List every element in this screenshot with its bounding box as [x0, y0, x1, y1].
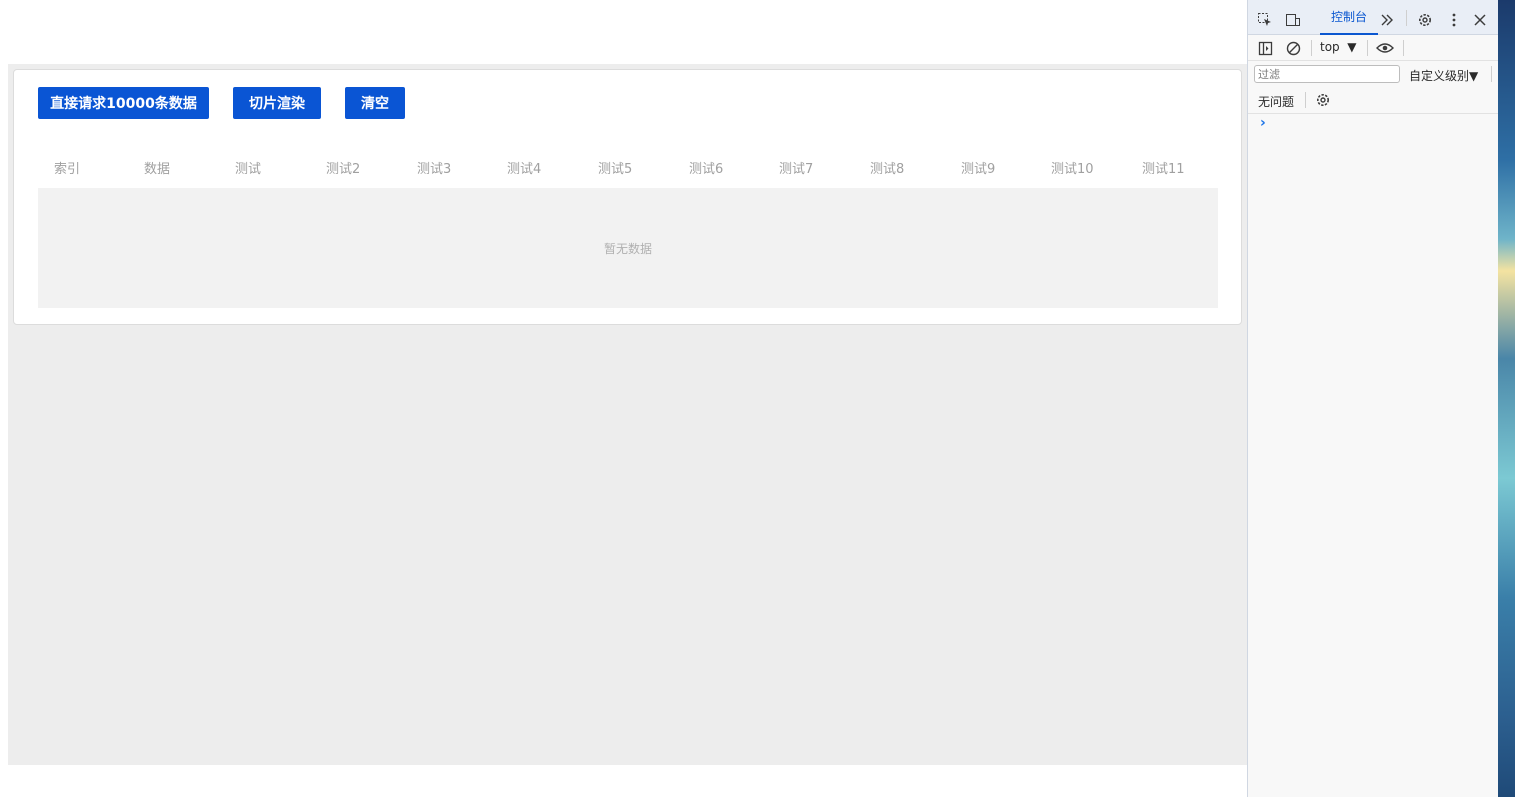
live-expression-eye-icon[interactable] — [1376, 39, 1394, 57]
devtools-toolbar: 控制台 — [1248, 0, 1499, 35]
console-toolbar: top ▼ — [1248, 35, 1499, 61]
close-icon[interactable] — [1471, 11, 1489, 29]
context-selector[interactable]: top ▼ — [1320, 40, 1357, 54]
column-header: 测试2 — [326, 162, 361, 177]
log-level-label: 自定义级别 — [1409, 69, 1470, 83]
toolbar-divider — [1406, 10, 1407, 26]
table-header: 索引 数据 测试 测试2 测试3 测试4 测试5 测试6 测试7 测试8 测试9… — [38, 152, 1218, 182]
inspect-element-icon[interactable] — [1256, 11, 1274, 29]
console-settings-gear-icon[interactable] — [1314, 91, 1332, 109]
column-header: 测试3 — [417, 162, 452, 177]
console-filter-bar: 自定义级别▼ — [1248, 61, 1499, 87]
sidebar-toggle-icon[interactable] — [1256, 39, 1274, 57]
toolbar-divider — [1367, 40, 1368, 56]
slice-render-button[interactable]: 切片渲染 — [233, 87, 321, 119]
devtools-panel: 控制台 top ▼ 自定义级别▼ — [1247, 0, 1499, 797]
table-empty-state: 暂无数据 — [38, 188, 1218, 308]
log-level-dropdown[interactable]: 自定义级别▼ — [1409, 67, 1478, 84]
context-label: top — [1320, 40, 1340, 54]
column-header: 测试8 — [870, 162, 905, 177]
toolbar-divider — [1491, 66, 1492, 82]
toolbar-divider — [1403, 40, 1404, 56]
tab-console[interactable]: 控制台 — [1320, 0, 1378, 35]
request-all-data-button[interactable]: 直接请求10000条数据 — [38, 87, 209, 119]
column-header: 测试9 — [961, 162, 996, 177]
clear-console-icon[interactable] — [1284, 39, 1302, 57]
toolbar-divider — [1311, 40, 1312, 56]
console-prompt-chevron-icon[interactable]: › — [1260, 115, 1266, 131]
content-card: 直接请求10000条数据 切片渲染 清空 索引 数据 测试 测试2 测试3 测试… — [13, 69, 1242, 325]
column-header: 测试7 — [779, 162, 814, 177]
settings-gear-icon[interactable] — [1416, 11, 1434, 29]
column-header: 索引 — [54, 162, 81, 177]
device-toolbar-icon[interactable] — [1284, 11, 1302, 29]
column-header: 测试5 — [598, 162, 633, 177]
toolbar-divider — [1305, 92, 1306, 108]
kebab-menu-icon[interactable] — [1445, 11, 1463, 29]
issues-bar: 无问题 — [1248, 87, 1499, 114]
column-header: 测试 — [235, 162, 262, 177]
page-viewport: 直接请求10000条数据 切片渲染 清空 索引 数据 测试 测试2 测试3 测试… — [0, 0, 1247, 797]
empty-text: 暂无数据 — [603, 241, 652, 256]
console-filter-input[interactable] — [1254, 65, 1400, 83]
issues-count[interactable]: 无问题 — [1258, 93, 1294, 110]
column-header: 测试4 — [507, 162, 542, 177]
column-header: 测试11 — [1142, 162, 1185, 177]
more-tabs-icon[interactable] — [1378, 11, 1396, 29]
column-header: 数据 — [144, 162, 171, 177]
desktop-wallpaper-strip — [1498, 0, 1515, 797]
column-header: 测试6 — [689, 162, 724, 177]
column-header: 测试10 — [1051, 162, 1094, 177]
clear-button[interactable]: 清空 — [345, 87, 405, 119]
